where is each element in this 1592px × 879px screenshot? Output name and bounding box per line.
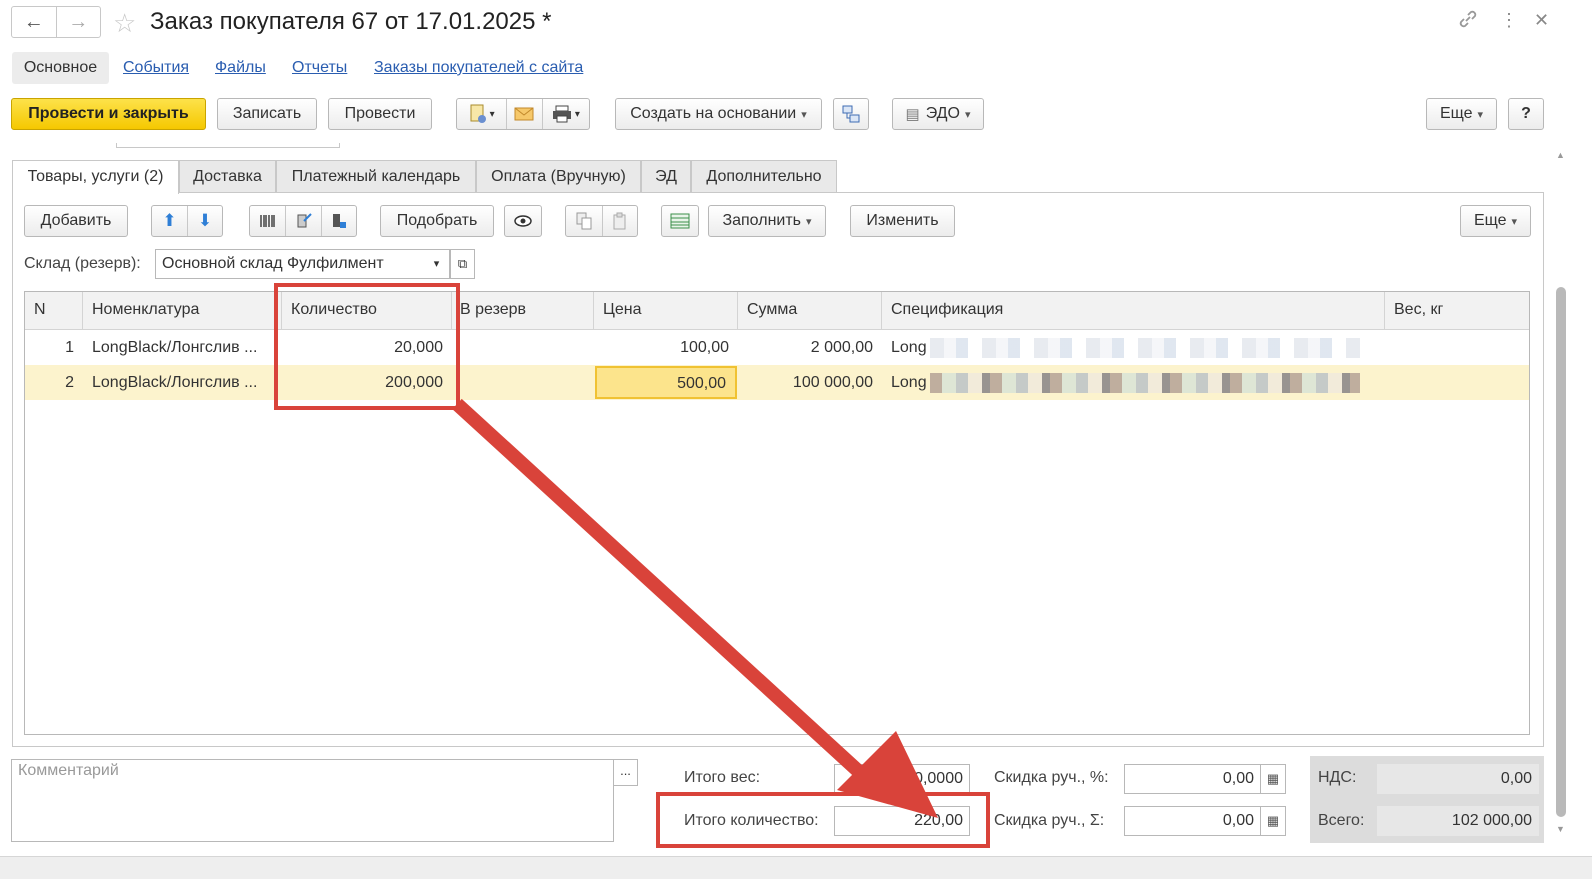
annotation-arrow — [452, 398, 938, 818]
tab-goods-services[interactable]: Товары, услуги (2) — [12, 160, 179, 194]
